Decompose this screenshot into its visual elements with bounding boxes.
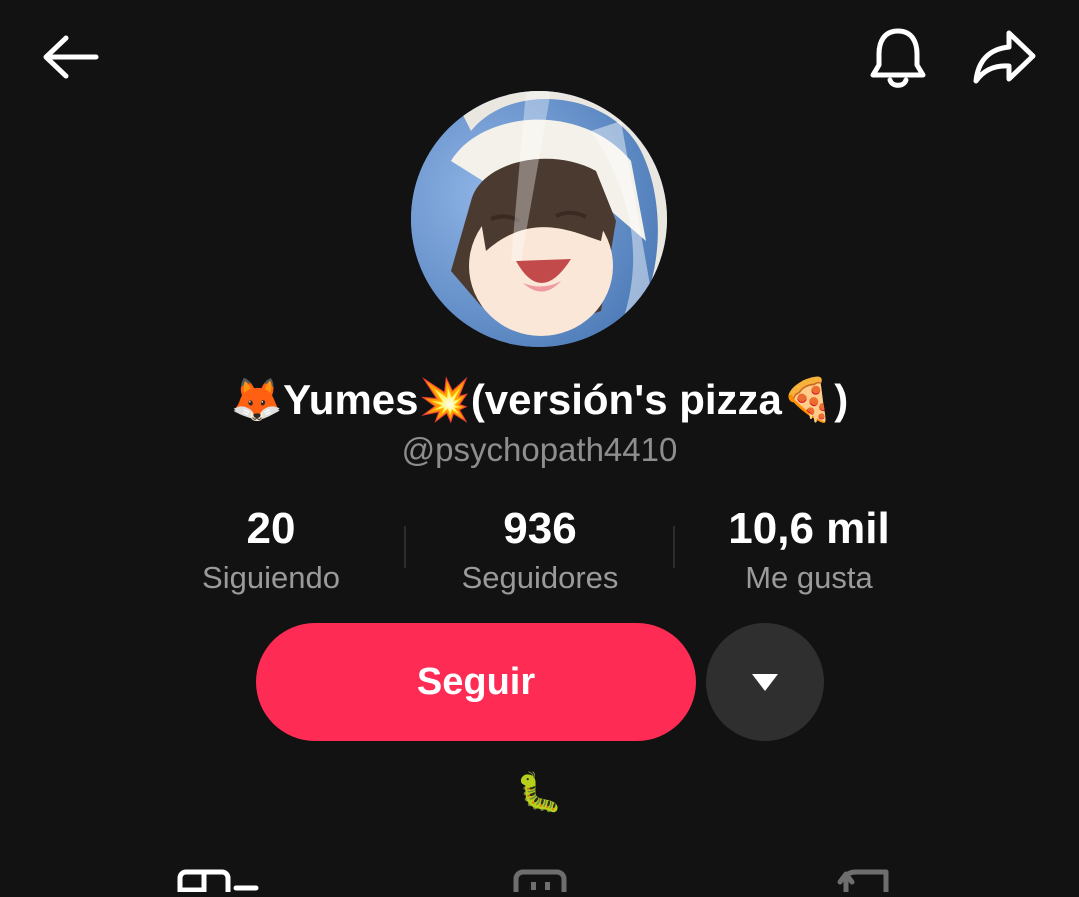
- stats-row: 20 Siguiendo 936 Seguidores 10,6 mil Me …: [0, 500, 1079, 610]
- stats-divider: [404, 526, 406, 568]
- bell-icon: [870, 28, 926, 88]
- stat-followers-label: Seguidores: [461, 560, 619, 595]
- stat-followers[interactable]: 936 Seguidores: [405, 500, 675, 598]
- more-options-button[interactable]: [706, 623, 824, 741]
- tab-reposts[interactable]: [836, 862, 896, 895]
- stat-following[interactable]: 20 Siguiendo: [136, 500, 406, 598]
- caret-down-icon: [752, 674, 778, 691]
- back-button[interactable]: [30, 22, 110, 92]
- avatar-image: [411, 91, 667, 347]
- username: @psychopath4410: [401, 431, 678, 468]
- share-arrow-icon: [973, 30, 1036, 84]
- repost-icon: [837, 869, 889, 895]
- stat-likes[interactable]: 10,6 mil Me gusta: [674, 500, 944, 598]
- tab-videos[interactable]: [176, 862, 260, 897]
- profile-tabs: [0, 862, 1079, 897]
- stat-followers-value: 936: [503, 504, 577, 553]
- lock-icon: [513, 869, 567, 897]
- stat-following-label: Siguiendo: [202, 560, 340, 595]
- display-name: 🦊Yumes💥(versión's pizza🍕): [230, 376, 849, 423]
- share-button[interactable]: [962, 20, 1046, 96]
- notifications-button[interactable]: [858, 20, 938, 96]
- tab-private[interactable]: [512, 862, 572, 897]
- stat-following-value: 20: [246, 504, 296, 553]
- arrow-left-icon: [43, 35, 99, 79]
- bio-text: 🐛: [515, 772, 564, 814]
- stat-likes-value: 10,6 mil: [728, 504, 890, 553]
- videos-grid-icon: [177, 869, 259, 897]
- stats-divider: [673, 526, 675, 568]
- follow-button[interactable]: Seguir: [256, 623, 696, 741]
- stat-likes-label: Me gusta: [745, 560, 873, 595]
- profile-avatar[interactable]: [411, 91, 667, 347]
